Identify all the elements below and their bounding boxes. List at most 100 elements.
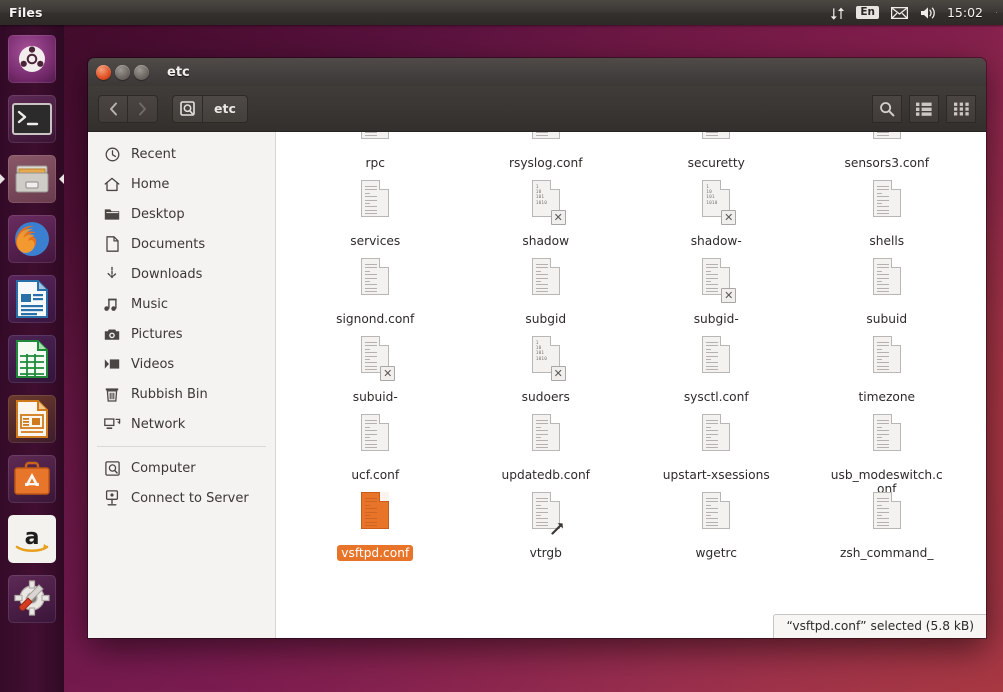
text-lines [706,420,719,451]
launcher-item-files[interactable] [0,149,64,209]
file-grid-area[interactable]: rpc rsyslog.conf securetty sensors3.conf ser… [276,132,986,638]
close-button[interactable] [96,64,111,80]
file-item[interactable]: 1 10 101 1010 ✕ shadow- [631,176,802,254]
sidebar-item-computer[interactable]: Computer [88,453,275,483]
forward-button[interactable] [128,94,158,123]
file-item[interactable]: upstart-xsessions [631,410,802,488]
text-lines [706,132,719,139]
launcher-item-terminal[interactable] [0,89,64,149]
text-lines [535,132,548,139]
file-item[interactable]: wgetrc [631,488,802,566]
sidebar-item-pictures[interactable]: Pictures [88,319,275,349]
impress-icon [16,400,48,438]
sidebar-item-label: Recent [131,146,176,162]
file-item[interactable]: securetty [631,132,802,176]
file-name-label: sudoers [521,390,570,404]
file-item[interactable]: updatedb.conf [461,410,632,488]
volume-icon[interactable] [914,0,943,25]
launcher-item-amazon[interactable]: a [0,509,64,569]
list-view-button[interactable] [909,94,939,123]
sidebar-item-documents[interactable]: Documents [88,229,275,259]
document-sheet [361,258,390,295]
file-icon [354,180,396,230]
launcher-item-ubuntu-dash[interactable] [0,29,64,89]
file-name-label: subgid- [693,312,739,326]
launcher-item-libreoffice-calc[interactable] [0,329,64,389]
text-lines [876,498,889,529]
file-item[interactable]: rpc [290,132,461,176]
network-icon[interactable] [825,0,850,25]
sidebar-item-rubbish-bin[interactable]: Rubbish Bin [88,379,275,409]
launcher-item-system-settings[interactable] [0,569,64,629]
launcher-item-libreoffice-impress[interactable] [0,389,64,449]
breadcrumb-path-etc[interactable]: etc [203,94,248,123]
search-button[interactable] [872,94,902,123]
document-sheet [531,132,560,139]
maximize-button[interactable] [134,64,149,80]
file-item[interactable]: sensors3.conf [802,132,973,176]
server-icon [102,489,122,507]
document-sheet [872,492,901,529]
sidebar-item-videos[interactable]: Videos [88,349,275,379]
writer-icon [16,280,48,318]
sidebar-item-downloads[interactable]: Downloads [88,259,275,289]
download-icon [102,265,122,283]
sidebar-item-desktop[interactable]: Desktop [88,199,275,229]
sidebar-item-network[interactable]: Network [88,409,275,439]
launcher-item-ubuntu-software-center[interactable] [0,449,64,509]
file-item[interactable]: vsftpd.conf [290,488,461,566]
file-item[interactable]: vtrgb [461,488,632,566]
launcher-item-libreoffice-writer[interactable] [0,269,64,329]
chevron-right-icon [139,102,146,115]
panel-app-name[interactable]: Files [9,5,43,20]
breadcrumb-device-button[interactable] [172,94,203,123]
executable-badge-icon: ✕ [550,210,566,225]
file-item[interactable]: shells [802,176,973,254]
file-icon [354,414,396,464]
launcher-item-firefox[interactable] [0,209,64,269]
grid-view-icon [953,102,969,115]
document-sheet [361,132,390,139]
file-item[interactable]: usb_modeswitch.conf [802,410,973,496]
file-item[interactable]: rsyslog.conf [461,132,632,176]
file-item[interactable]: 1 10 101 1010 ✕ sudoers [461,332,632,410]
symlink-badge-icon [551,522,564,535]
window-titlebar[interactable]: etc [88,58,986,86]
file-item[interactable]: subgid [461,254,632,332]
file-item[interactable]: ucf.conf [290,410,461,488]
text-lines [365,420,378,451]
file-item[interactable]: 1 10 101 1010 ✕ shadow [461,176,632,254]
sidebar-item-music[interactable]: Music [88,289,275,319]
gear-icon[interactable] [990,0,1003,25]
file-item[interactable]: subuid [802,254,973,332]
file-item[interactable]: services [290,176,461,254]
file-item[interactable]: zsh_command_ [802,488,973,566]
document-sheet [872,132,901,139]
back-button[interactable] [98,94,128,123]
document-sheet [702,132,731,139]
binary-content: 1 10 101 1010 [535,341,548,362]
file-icon [695,336,737,386]
keyboard-layout-label: En [856,5,879,20]
file-item[interactable]: sysctl.conf [631,332,802,410]
file-item[interactable]: signond.conf [290,254,461,332]
search-icon [880,101,895,116]
binary-content: 1 10 101 1010 [706,185,718,206]
file-icon [354,258,396,308]
minimize-button[interactable] [115,64,130,80]
clock[interactable]: 15:02 [943,5,990,20]
sidebar-item-recent[interactable]: Recent [88,139,275,169]
network-icon [102,415,122,433]
file-item[interactable]: timezone [802,332,973,410]
document-sheet [361,180,390,217]
grid-view-button[interactable] [946,94,976,123]
sidebar-separator [97,446,266,447]
messaging-icon[interactable] [885,0,914,25]
document-sheet [361,414,390,451]
file-item[interactable]: ✕ subuid- [290,332,461,410]
sidebar-item-home[interactable]: Home [88,169,275,199]
sidebar-item-connect-to-server[interactable]: Connect to Server [88,483,275,513]
keyboard-layout-indicator[interactable]: En [850,0,885,25]
text-lines [365,264,378,295]
file-item[interactable]: ✕ subgid- [631,254,802,332]
